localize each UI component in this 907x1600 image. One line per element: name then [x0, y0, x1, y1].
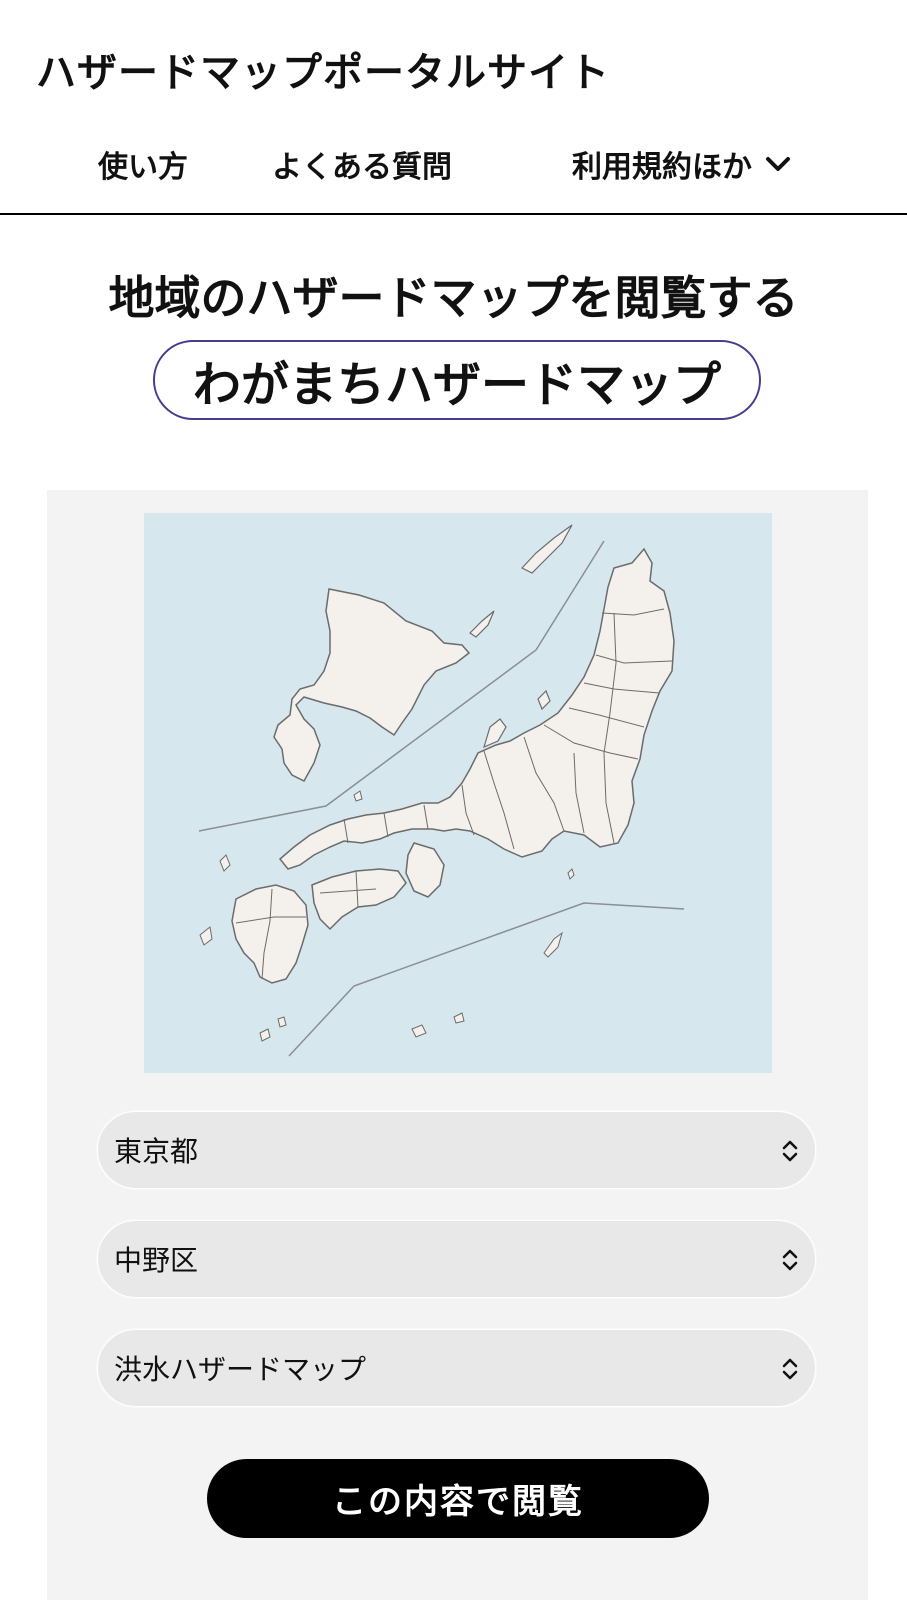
site-header: ハザードマップポータルサイト 使い方 よくある質問 利用規約ほか: [0, 0, 907, 215]
map-type-select[interactable]: 洪水ハザードマップ: [97, 1329, 816, 1407]
nav-item-terms-dropdown[interactable]: 利用規約ほか: [572, 142, 792, 186]
municipality-select-value: 中野区: [114, 1244, 199, 1277]
section-title-label: わがまちハザードマップ: [192, 357, 721, 413]
main-nav: 使い方 よくある質問 利用規約ほか: [0, 142, 907, 192]
prefecture-select-value: 東京都: [114, 1135, 199, 1168]
site-title[interactable]: ハザードマップポータルサイト: [36, 40, 610, 98]
map-type-select-value: 洪水ハザードマップ: [114, 1353, 367, 1386]
nav-item-label: 使い方: [98, 150, 188, 185]
prefecture-select[interactable]: 東京都: [97, 1111, 816, 1189]
updown-chevron-icon: [782, 1249, 798, 1271]
view-submit-button[interactable]: この内容で閲覧: [207, 1459, 709, 1538]
nav-item-label: 利用規約ほか: [572, 150, 752, 185]
japan-map-graphic: [198, 524, 685, 1057]
municipality-select[interactable]: 中野区: [97, 1220, 816, 1298]
nav-item-how-to-use[interactable]: 使い方: [98, 142, 188, 186]
selection-panel: 東京都 中野区 洪水ハザードマップ この内容で閲覧: [47, 490, 868, 1600]
updown-chevron-icon: [782, 1358, 798, 1380]
nav-item-label: よくある質問: [272, 150, 452, 185]
updown-chevron-icon: [782, 1140, 798, 1162]
view-submit-label: この内容で閲覧: [332, 1482, 584, 1522]
japan-map[interactable]: [144, 513, 772, 1073]
section-title-pill: わがまちハザードマップ: [153, 340, 761, 420]
page-heading: 地域のハザードマップを閲覧する: [108, 271, 799, 325]
chevron-down-icon: [766, 157, 790, 171]
nav-item-faq[interactable]: よくある質問: [272, 142, 452, 186]
